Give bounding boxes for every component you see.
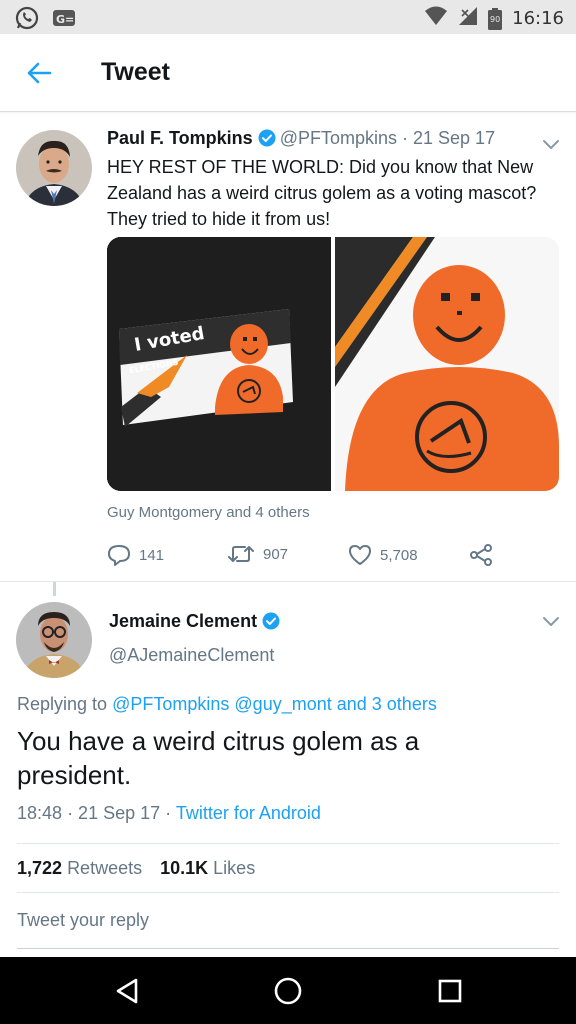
retweets-count: 1,722	[17, 857, 63, 878]
avatar[interactable]	[16, 602, 92, 678]
likes-count: 10.1K	[160, 857, 209, 878]
app-header: Tweet	[0, 34, 576, 112]
svg-text:G=: G=	[56, 13, 74, 26]
reply-count: 141	[139, 546, 165, 564]
reply-placeholder: Tweet your reply	[17, 910, 150, 930]
reply-meta: 18:48 · 21 Sep 17 · Twitter for Android	[17, 803, 321, 824]
tweet-actions: 141 907 5,708	[107, 544, 507, 568]
reply-stats: 1,722 Retweets 10.1K Likes	[17, 843, 559, 893]
author-name[interactable]: Paul F. Tompkins	[107, 128, 253, 148]
reply-author-header: Jemaine Clement	[109, 611, 284, 635]
page-title: Tweet	[101, 58, 170, 86]
share-button[interactable]	[469, 544, 493, 566]
tweet-menu-chevron-down-icon[interactable]	[541, 138, 561, 150]
thread-connector	[53, 582, 56, 596]
reply-compose-input[interactable]: Tweet your reply	[17, 893, 559, 949]
retweet-count: 907	[263, 545, 289, 563]
avatar[interactable]	[16, 130, 92, 206]
verified-badge-icon	[258, 129, 276, 152]
wifi-icon	[424, 6, 448, 31]
likes-label: Likes	[213, 857, 256, 878]
like-count: 5,708	[380, 546, 418, 564]
tweet-header: Paul F. Tompkins @PFTompkins · 21 Sep 17	[107, 128, 495, 152]
share-icon	[470, 544, 492, 566]
retweets-stat[interactable]: 1,722 Retweets	[17, 858, 142, 879]
reply-text: You have a weird citrus golem as a presi…	[17, 726, 420, 790]
mention-link-2[interactable]: @guy_mont	[234, 694, 331, 714]
media-image-closeup[interactable]	[335, 237, 559, 491]
status-time: 16:16	[512, 8, 564, 29]
liked-by-text[interactable]: Guy Montgomery and 4 others	[107, 504, 310, 521]
tweet-date: · 21 Sep 17	[402, 128, 496, 148]
g-notification-icon: G=	[52, 8, 76, 33]
reply-menu-chevron-down-icon[interactable]	[541, 615, 561, 627]
source-link[interactable]: Twitter for Android	[176, 803, 321, 823]
signal-icon	[458, 6, 478, 31]
tweet-text: HEY REST OF THE WORLD: Did you know that…	[107, 157, 537, 229]
reply-icon	[108, 545, 130, 566]
recents-square-icon[interactable]	[433, 975, 467, 1007]
reply-author-name[interactable]: Jemaine Clement	[109, 611, 257, 631]
replying-prefix: Replying to	[17, 694, 108, 714]
retweet-icon	[228, 546, 254, 562]
battery-level: 90	[490, 14, 501, 24]
likes-stat[interactable]: 10.1K Likes	[160, 858, 255, 879]
reply-author-handle[interactable]: @AJemaineClement	[109, 645, 274, 666]
tweet[interactable]: Paul F. Tompkins @PFTompkins · 21 Sep 17 …	[0, 112, 576, 582]
author-handle[interactable]: @PFTompkins	[280, 128, 397, 148]
replying-to: Replying to @PFTompkins @guy_mont and 3 …	[17, 694, 437, 715]
media-image-card[interactable]: I voted ELECTIONS	[107, 237, 331, 491]
battery-icon: 90	[488, 7, 503, 30]
home-circle-icon[interactable]	[271, 975, 305, 1007]
like-button[interactable]: 5,708	[348, 544, 418, 566]
mention-others-link[interactable]: and 3 others	[337, 694, 437, 714]
back-button[interactable]	[22, 58, 56, 88]
reply-time: 18:48	[17, 803, 63, 823]
back-triangle-icon[interactable]	[110, 975, 144, 1007]
status-bar: G= 90 16:16	[0, 0, 576, 34]
mention-link-1[interactable]: @PFTompkins	[112, 694, 229, 714]
retweets-label: Retweets	[67, 857, 143, 878]
whatsapp-icon	[14, 5, 40, 36]
reply-button[interactable]: 141	[107, 544, 164, 566]
retweet-button[interactable]: 907	[227, 544, 288, 564]
tweet-media[interactable]: I voted ELECTIONS	[107, 237, 559, 491]
system-nav-bar	[0, 957, 576, 1024]
arrow-left-icon	[27, 62, 52, 84]
heart-icon	[349, 545, 371, 565]
verified-badge-icon	[262, 612, 280, 635]
reply-date: · 21 Sep 17 ·	[67, 803, 172, 823]
